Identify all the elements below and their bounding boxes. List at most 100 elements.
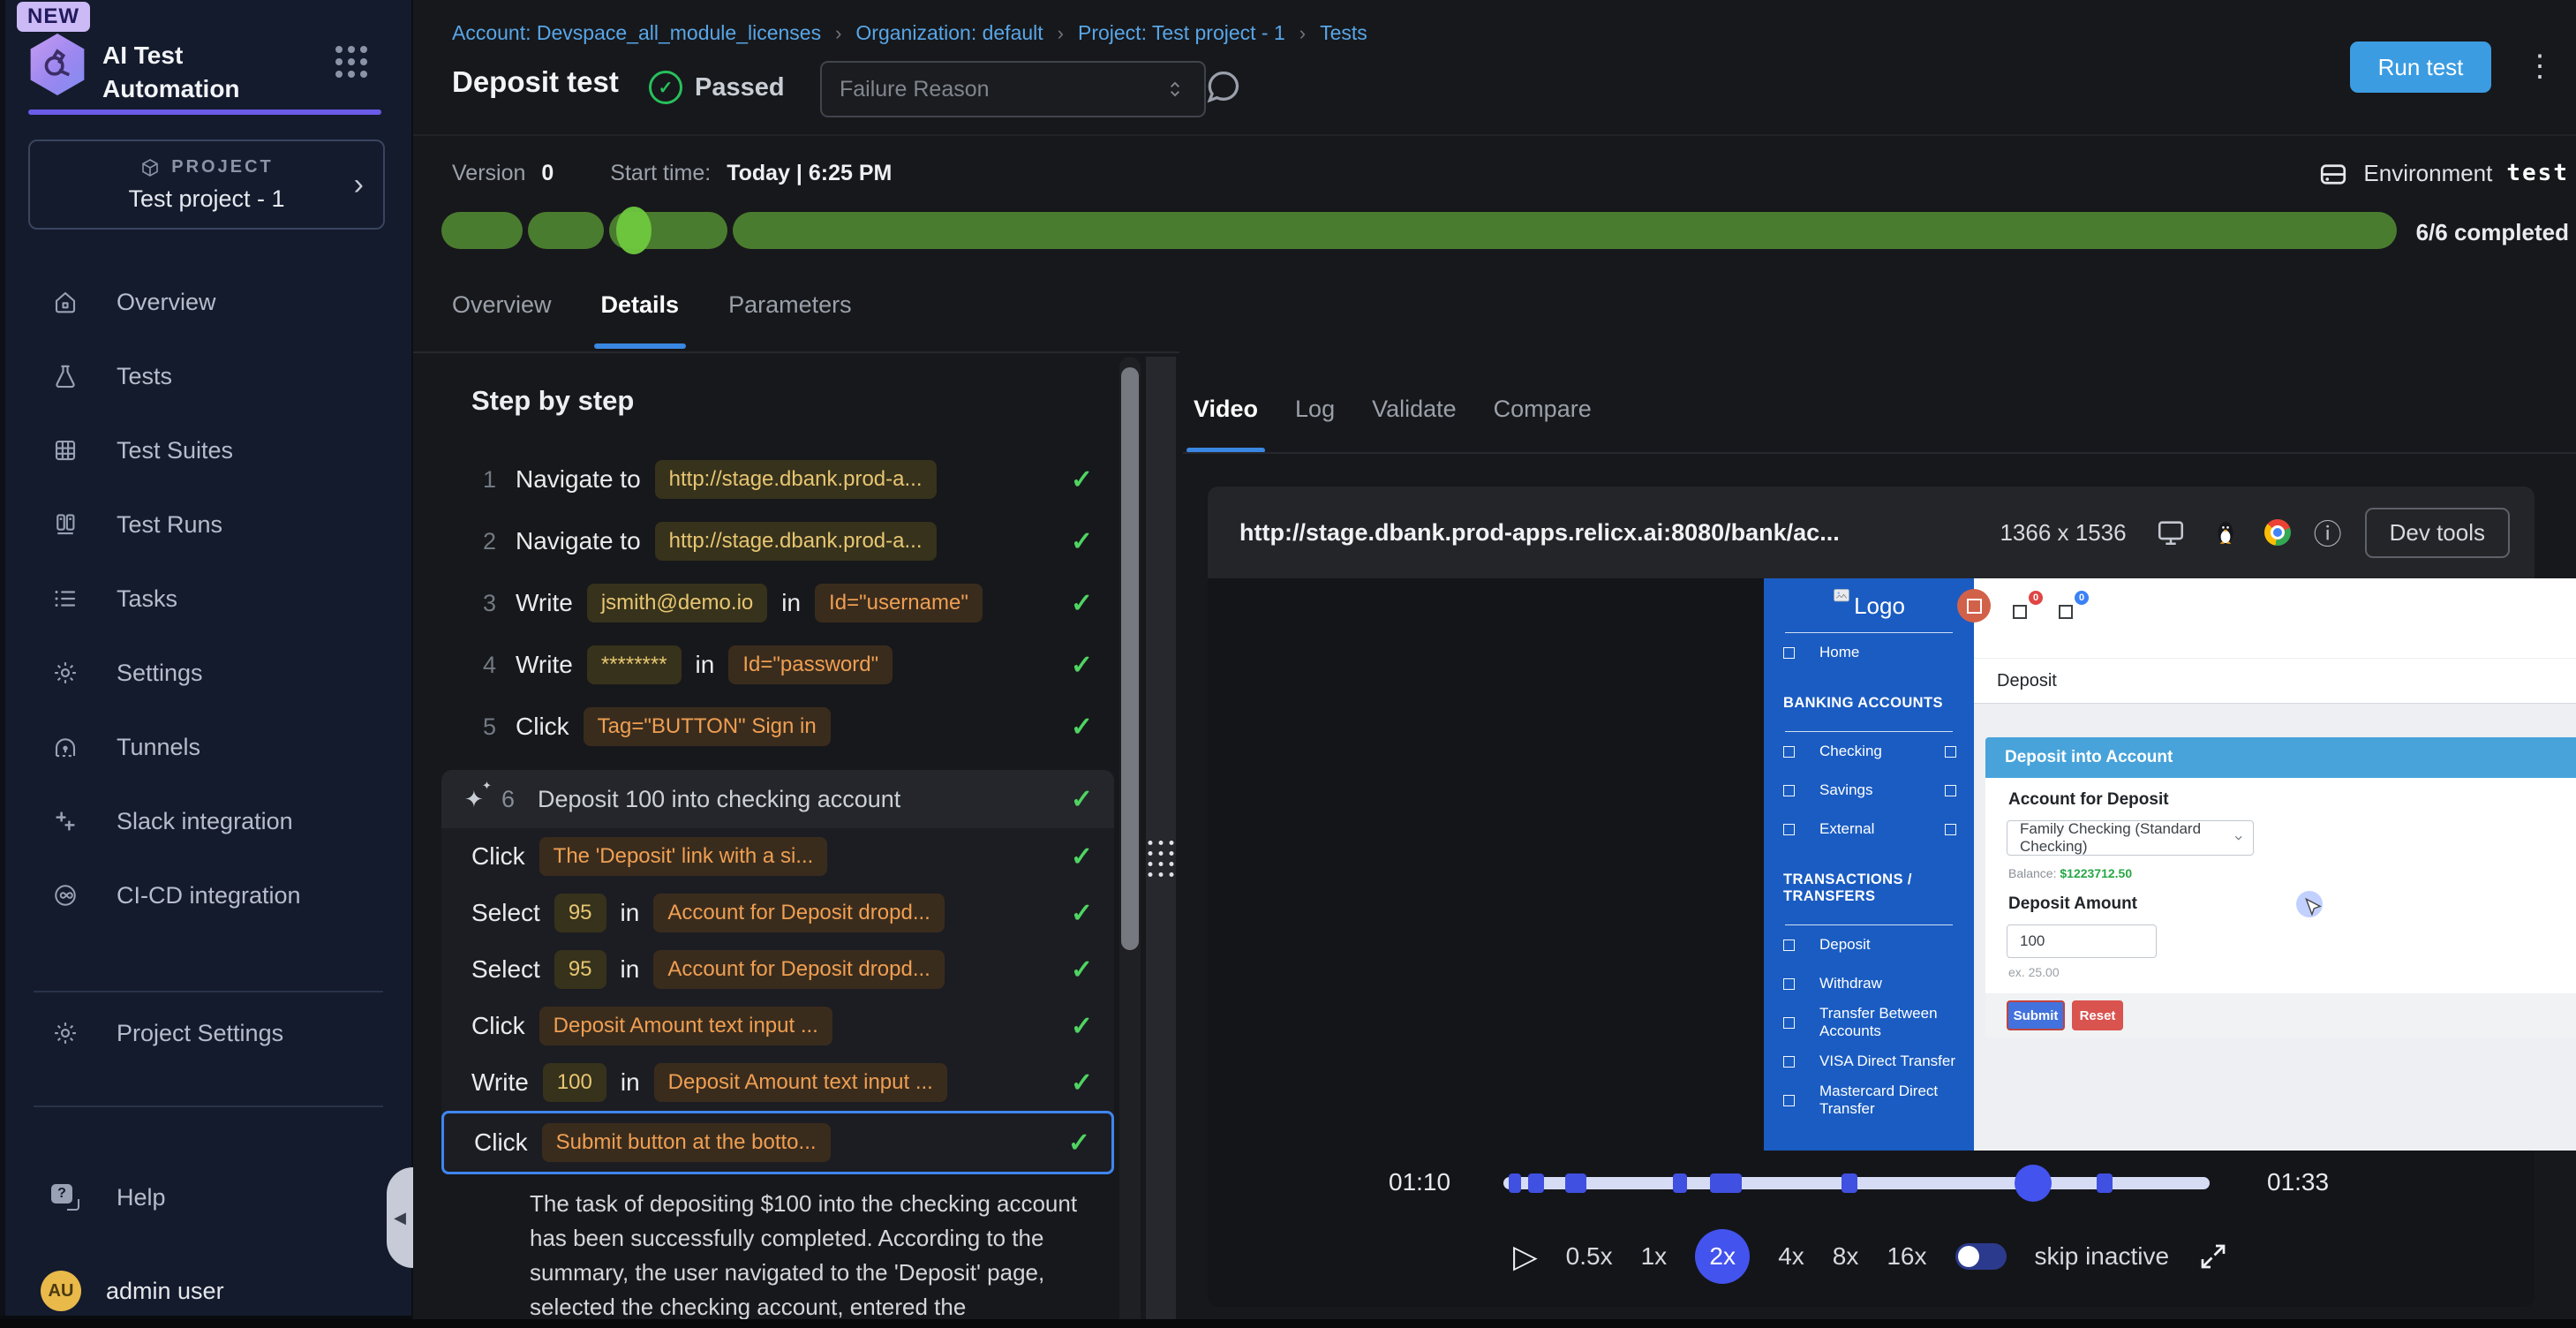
square-bullet-icon	[1783, 1056, 1795, 1068]
sidebar-item-slack-integration[interactable]: Slack integration	[5, 784, 411, 858]
step-chip: ********	[587, 645, 682, 684]
comment-icon[interactable]	[1203, 67, 1242, 106]
account-select: Family Checking (Standard Checking)	[2007, 820, 2254, 856]
step-row[interactable]: 5ClickTag="BUTTON" Sign in✓	[441, 696, 1114, 758]
progress-segment	[441, 212, 523, 249]
scrollbar-thumb[interactable]	[1121, 367, 1139, 950]
progress-segment	[609, 212, 727, 249]
play-button[interactable]: ▷	[1513, 1238, 1538, 1275]
help-chat-icon: ?	[51, 1183, 79, 1211]
sidebar-item-label: Tunnels	[117, 734, 200, 761]
bank-nav-label: Withdraw	[1819, 975, 1882, 992]
badge-count: 0	[2075, 591, 2089, 605]
breadcrumb-link[interactable]: Project: Test project - 1	[1078, 21, 1285, 45]
speed-8x[interactable]: 8x	[1833, 1242, 1859, 1271]
sidebar-collapse-handle[interactable]: ◀	[387, 1167, 413, 1268]
run-test-button[interactable]: Run test	[2350, 42, 2491, 93]
sidebar-item-tests[interactable]: Tests	[5, 339, 411, 413]
speed-1x[interactable]: 1x	[1641, 1242, 1668, 1271]
tab-overview[interactable]: Overview	[452, 291, 552, 349]
step-action-text: in	[781, 589, 801, 617]
panel-splitter[interactable]	[1146, 357, 1176, 1328]
step-row[interactable]: 3Writejsmith@demo.ioinId="username"✓	[441, 572, 1114, 634]
breadcrumb-link[interactable]: Organization: default	[855, 21, 1043, 45]
info-icon[interactable]: ⓘ	[2314, 512, 2342, 553]
seek-marker	[1673, 1173, 1687, 1193]
more-menu-icon[interactable]: ⋮	[2525, 46, 2555, 87]
sidebar-item-label: Tests	[117, 363, 172, 390]
speed-2x[interactable]: 2x	[1695, 1229, 1750, 1284]
tab-parameters[interactable]: Parameters	[728, 291, 852, 349]
video-viewport[interactable]: Logo HomeBANKING ACCOUNTSCheckingSavings…	[1764, 578, 2576, 1151]
square-bullet-icon	[1783, 785, 1795, 796]
resolution-text: 1366 x 1536	[2000, 519, 2126, 547]
completed-count: 6/6 completed	[2416, 219, 2569, 246]
bank-nav-label: Deposit	[1819, 936, 1871, 954]
sidebar-item-test-suites[interactable]: Test Suites	[5, 413, 411, 487]
bank-nav-item-transfer-between-accounts: Transfer Between Accounts	[1764, 1003, 1974, 1042]
square-bullet-icon	[1783, 647, 1795, 659]
step-action-text: Click	[471, 1012, 525, 1040]
fullscreen-icon[interactable]	[2197, 1241, 2229, 1272]
bank-nav-item-visa-direct-transfer: VISA Direct Transfer	[1764, 1042, 1974, 1081]
video-seekbar[interactable]	[1503, 1177, 2210, 1189]
tab-log[interactable]: Log	[1295, 396, 1335, 453]
square-bullet-icon	[1783, 1017, 1795, 1029]
steps-scrollbar[interactable]	[1119, 357, 1141, 1328]
substep-row[interactable]: ClickDeposit Amount text input ...✓	[441, 998, 1114, 1054]
substep-row[interactable]: Select95inAccount for Deposit dropd...✓	[441, 941, 1114, 998]
sidebar-item-settings[interactable]: Settings	[5, 636, 411, 710]
total-time: 01:33	[2267, 1168, 2329, 1196]
sidebar-item-ci-cd-integration[interactable]: CI-CD integration	[5, 858, 411, 932]
step-action-text: in	[621, 899, 640, 927]
sidebar-menu: Overview Tests Test SuitesTest RunsTasksSe…	[5, 265, 411, 932]
sidebar-item-project-settings[interactable]: Project Settings	[5, 996, 457, 1070]
square-bullet-icon	[1783, 746, 1795, 758]
app-logo	[28, 34, 87, 95]
step-row[interactable]: 1Navigate tohttp://stage.dbank.prod-a...…	[441, 449, 1114, 510]
playhead[interactable]	[2015, 1165, 2052, 1202]
app-switcher-icon[interactable]	[335, 46, 367, 78]
breadcrumb-link[interactable]: Tests	[1320, 21, 1367, 45]
square-icon	[1945, 785, 1956, 796]
step-group-header[interactable]: ✦ 6 Deposit 100 into checking account ✓	[441, 770, 1114, 828]
tab-compare[interactable]: Compare	[1494, 396, 1592, 453]
failure-reason-select[interactable]: Failure Reason	[820, 61, 1206, 117]
substep-row[interactable]: Write100inDeposit Amount text input ...✓	[441, 1054, 1114, 1111]
tab-details[interactable]: Details	[601, 291, 680, 349]
devtools-button[interactable]: Dev tools	[2365, 508, 2510, 558]
step-chip: The 'Deposit' link with a si...	[539, 837, 828, 876]
step-tokens: Write********inId="password"	[516, 645, 893, 684]
step-row[interactable]: 4Write********inId="password"✓	[441, 634, 1114, 696]
bank-nav-item-mastercard-direct-transfer: Mastercard Direct Transfer	[1764, 1081, 1974, 1120]
substep-row[interactable]: ClickSubmit button at the botto...✓	[441, 1111, 1114, 1174]
project-name: Test project - 1	[128, 185, 284, 213]
step-tokens: Writejsmith@demo.ioinId="username"	[516, 584, 983, 622]
video-controls: ▷ 0.5x1x2x4x8x16x skip inactive	[1208, 1228, 2535, 1285]
speed-0.5x[interactable]: 0.5x	[1566, 1242, 1613, 1271]
bank-submit-button: Submit	[2007, 1000, 2065, 1030]
speed-4x[interactable]: 4x	[1778, 1242, 1804, 1271]
sidebar-item-icon	[51, 733, 79, 761]
sidebar-item-overview[interactable]: Overview	[5, 265, 411, 339]
step-action-text: Navigate to	[516, 465, 641, 494]
breadcrumb-separator: ›	[1299, 22, 1306, 45]
substep-row[interactable]: ClickThe 'Deposit' link with a si...✓	[441, 828, 1114, 885]
status-badge: ✓ Passed	[649, 71, 785, 104]
step-number: 1	[471, 466, 496, 494]
step-action-text: Navigate to	[516, 527, 641, 555]
window-bottom-edge	[0, 1319, 2576, 1328]
project-selector[interactable]: PROJECT Test project - 1 ›	[28, 140, 385, 230]
bank-logo: Logo	[1764, 578, 1974, 620]
speed-16x[interactable]: 16x	[1887, 1242, 1926, 1271]
substep-row[interactable]: Select95inAccount for Deposit dropd...✓	[441, 885, 1114, 941]
sidebar-item-tasks[interactable]: Tasks	[5, 562, 411, 636]
skip-inactive-toggle[interactable]	[1955, 1243, 2007, 1270]
sidebar-item-tunnels[interactable]: Tunnels	[5, 710, 411, 784]
step-check-icon: ✓	[1058, 588, 1093, 619]
tab-validate[interactable]: Validate	[1372, 396, 1457, 453]
breadcrumb-link[interactable]: Account: Devspace_all_module_licenses	[452, 21, 821, 45]
tab-video[interactable]: Video	[1194, 396, 1258, 453]
step-row[interactable]: 2Navigate tohttp://stage.dbank.prod-a...…	[441, 510, 1114, 572]
sidebar-item-test-runs[interactable]: Test Runs	[5, 487, 411, 562]
